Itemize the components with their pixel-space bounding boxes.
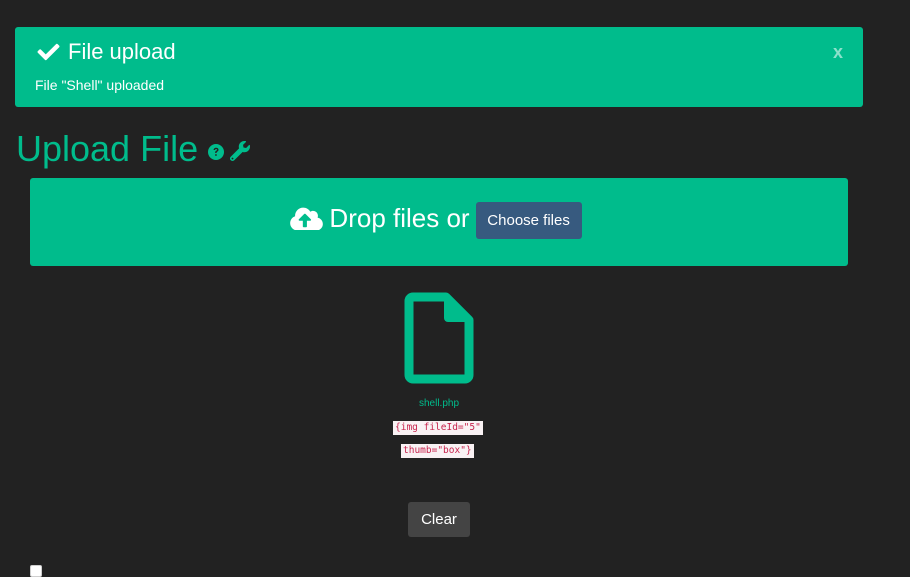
page-title-text: Upload File — [16, 128, 199, 169]
wrench-icon[interactable] — [230, 141, 251, 161]
file-syntax-line-1: {img fileId="5" — [393, 421, 483, 435]
uploaded-file-name: shell.php — [418, 398, 460, 409]
file-dropzone[interactable]: Drop files or Choose files — [30, 178, 848, 266]
checkbox[interactable] — [30, 565, 42, 577]
alert-title-text: File upload — [68, 39, 176, 64]
page-title: Upload File — [16, 128, 251, 170]
file-syntax-line-2: thumb="box"} — [401, 444, 474, 458]
alert-message: File "Shell" uploaded — [35, 77, 165, 93]
help-icon[interactable] — [208, 144, 225, 160]
cloud-upload-icon — [290, 207, 324, 230]
alert-close-button[interactable]: x — [833, 42, 843, 63]
dropzone-text: Drop files or — [329, 202, 470, 233]
choose-files-button[interactable]: Choose files — [475, 201, 582, 239]
dropzone-content: Drop files or Choose files — [290, 198, 582, 239]
upload-success-alert: File upload File "Shell" uploaded x — [15, 27, 863, 107]
check-icon — [37, 43, 60, 61]
alert-title: File upload — [36, 39, 176, 65]
file-icon — [404, 292, 474, 384]
clear-button[interactable]: Clear — [408, 502, 470, 537]
